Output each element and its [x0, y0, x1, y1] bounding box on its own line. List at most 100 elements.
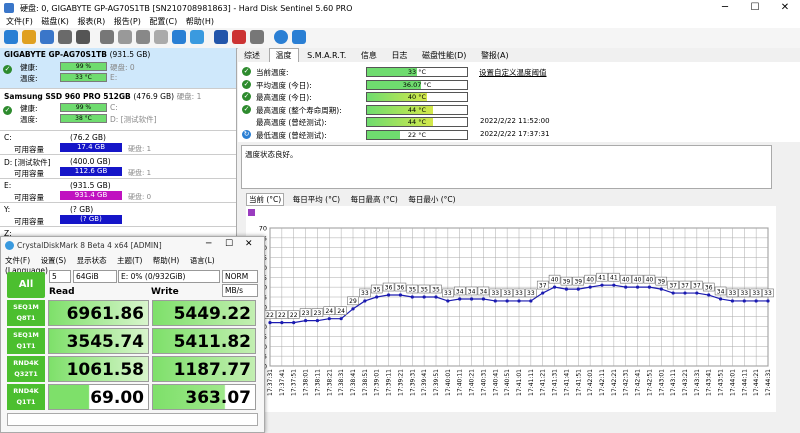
sync-icon[interactable]	[172, 30, 186, 44]
copy-icon[interactable]	[190, 30, 204, 44]
x-tick-label: 17:41:11	[528, 369, 535, 396]
settings-icon[interactable]	[154, 30, 168, 44]
reset-icon[interactable]: ↻	[242, 129, 251, 139]
unit-select[interactable]: MB/s	[222, 284, 258, 297]
cdm-menu-help[interactable]: 帮助(H)	[153, 256, 180, 265]
menu-disk[interactable]: 磁盘(K)	[41, 16, 69, 28]
temp-stat-label: 平均温度 (今日):	[256, 80, 312, 90]
menu-reports[interactable]: 报告(P)	[114, 16, 141, 28]
data-label: 37	[669, 282, 677, 289]
temp-stat-bar: 44 °C	[366, 117, 468, 127]
drive-select[interactable]: E: 0% (0/932GiB)	[118, 270, 220, 283]
data-point	[683, 291, 687, 295]
data-point	[541, 291, 545, 295]
data-point	[481, 297, 486, 301]
cdm-maximize-button[interactable]: ☐	[225, 239, 233, 249]
tool-icon[interactable]	[100, 30, 114, 44]
menu-report[interactable]: 报表(R)	[77, 16, 105, 28]
minimize-button[interactable]: ─	[710, 1, 740, 15]
data-label: 36	[385, 284, 393, 291]
free-space-bar: 17.4 GB	[60, 143, 122, 152]
tab-overview[interactable]: 综述	[238, 49, 266, 63]
write-result-rnd4k-q32t1: 1187.77	[152, 356, 256, 382]
data-label: 41	[598, 274, 606, 281]
tab-log[interactable]: 日志	[385, 49, 413, 63]
save-chart-icon	[248, 209, 255, 216]
menu-file[interactable]: 文件(F)	[6, 16, 33, 28]
menu-config[interactable]: 配置(C)	[149, 16, 177, 28]
x-tick-label: 17:40:21	[469, 369, 476, 396]
about-icon[interactable]	[292, 30, 306, 44]
cdm-menu-settings[interactable]: 设置(S)	[41, 256, 67, 265]
warning-icon[interactable]	[22, 30, 36, 44]
disk-entry-0[interactable]: GIGABYTE GP-AG70S1TB (931.5 GB) ✓ 健康: 99…	[0, 48, 236, 88]
volume-e[interactable]: E: (931.5 GB) 可用容量 931.4 GB 硬盘: 0	[0, 178, 236, 203]
data-point	[410, 295, 414, 299]
data-point	[315, 319, 320, 323]
hammer-icon[interactable]	[136, 30, 150, 44]
count-select[interactable]: 5	[49, 270, 71, 283]
data-label: 33	[740, 290, 748, 297]
network-icon[interactable]	[250, 30, 264, 44]
mode-select[interactable]: NORM	[222, 270, 258, 283]
data-point	[766, 299, 770, 303]
sound-icon[interactable]	[118, 30, 132, 44]
disk-entry-1[interactable]: Samsung SSD 960 PRO 512GB (476.9 GB) 硬盘:…	[0, 88, 236, 129]
comment-field[interactable]	[7, 413, 258, 426]
window-title: 硬盘: 0, GIGABYTE GP-AG70S1TB [SN210708981…	[20, 4, 353, 13]
data-label: 34	[480, 288, 488, 295]
cdm-menu-file[interactable]: 文件(F)	[5, 256, 30, 265]
tab-temperature[interactable]: 温度	[268, 48, 299, 63]
maximize-button[interactable]: ☐	[740, 1, 770, 15]
info-icon[interactable]	[40, 30, 54, 44]
temp-bar: 38 °C	[60, 114, 107, 123]
monitor-icon[interactable]	[214, 30, 228, 44]
volume-c[interactable]: C: (76.2 GB) 可用容量 17.4 GB 硬盘: 1	[0, 130, 236, 155]
x-tick-label: 17:44:21	[753, 369, 760, 396]
write-header: Write	[151, 287, 179, 297]
x-tick-label: 17:40:41	[492, 369, 499, 396]
temp-stat-label: 最高温度 (整个寿命周期):	[256, 105, 342, 115]
chart-tab-daily-avg[interactable]: 每日平均 (°C)	[291, 194, 342, 205]
custom-threshold-link[interactable]: 设置自定义温度阈值	[479, 67, 547, 78]
run-all-button[interactable]: All	[7, 272, 45, 298]
temperature-stats: 设置自定义温度阈值 ✓ 当前温度: 33 °C ✓ 平均温度 (今日): 36.07 °C…	[238, 62, 800, 142]
test-label-seq1m-q8t1[interactable]: SEQ1M Q8T1	[7, 300, 45, 326]
tab-alerts[interactable]: 警报(A)	[475, 49, 515, 63]
cdm-menu-display[interactable]: 显示状态	[77, 256, 107, 265]
data-label: 37	[681, 282, 689, 289]
y-tick-label: 70	[259, 225, 267, 233]
cdm-minimize-button[interactable]: ─	[206, 239, 211, 249]
data-label: 22	[278, 312, 286, 319]
test-label-seq1m-q1t1[interactable]: SEQ1M Q1T1	[7, 328, 45, 354]
refresh-icon[interactable]	[4, 30, 18, 44]
x-tick-label: 17:44:01	[729, 369, 736, 396]
test-label-rnd4k-q1t1[interactable]: RND4K Q1T1	[7, 384, 45, 410]
data-point	[363, 299, 367, 303]
chart-tab-daily-max[interactable]: 每日最高 (°C)	[349, 194, 400, 205]
read-header: Read	[49, 287, 75, 297]
disk-icon[interactable]	[58, 30, 72, 44]
x-tick-label: 17:37:41	[279, 369, 286, 396]
data-point	[505, 299, 509, 303]
data-point	[742, 299, 746, 303]
volume-d[interactable]: D: [测试软件] (400.0 GB) 可用容量 112.6 GB 硬盘: 1	[0, 154, 236, 179]
volume-y[interactable]: Y: (? GB) 可用容量 (? GB)	[0, 202, 236, 227]
tab-smart[interactable]: S.M.A.R.T.	[301, 49, 352, 63]
tab-info[interactable]: 信息	[355, 49, 383, 63]
data-point	[327, 317, 331, 321]
data-point	[386, 293, 391, 297]
close-button[interactable]: ✕	[770, 1, 800, 15]
health-label: 健康:	[20, 63, 38, 72]
chart-tab-current[interactable]: 当前 (°C)	[246, 193, 285, 206]
tab-performance[interactable]: 磁盘性能(D)	[416, 49, 472, 63]
size-select[interactable]: 64GiB	[73, 270, 117, 283]
test-label-rnd4k-q32t1[interactable]: RND4K Q32T1	[7, 356, 45, 382]
cdm-close-button[interactable]: ✕	[245, 239, 253, 249]
cdm-menu-theme[interactable]: 主题(T)	[117, 256, 142, 265]
menu-help[interactable]: 帮助(H)	[186, 16, 214, 28]
chart-icon[interactable]	[232, 30, 246, 44]
test-icon[interactable]	[76, 30, 90, 44]
chart-tab-daily-min[interactable]: 每日最小 (°C)	[406, 194, 457, 205]
help-icon[interactable]	[274, 30, 288, 44]
